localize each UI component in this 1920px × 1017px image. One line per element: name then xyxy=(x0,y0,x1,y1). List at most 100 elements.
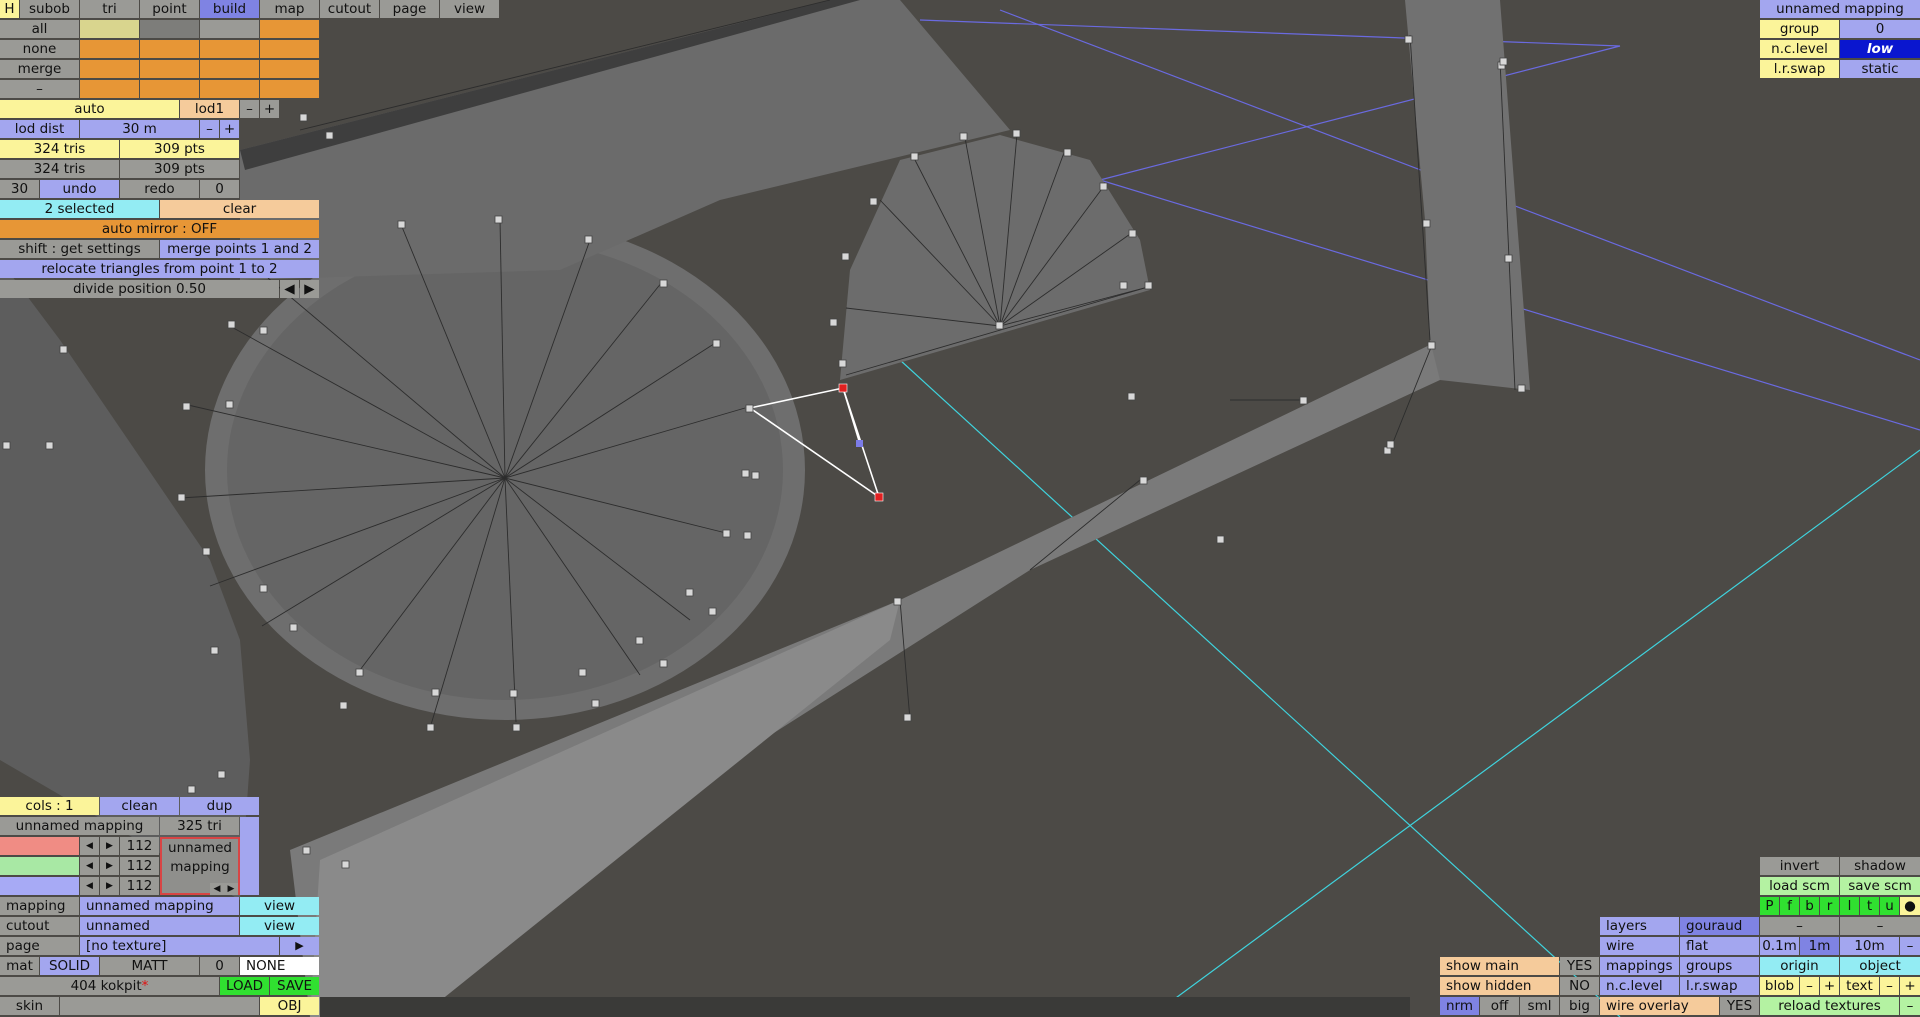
groups-button[interactable]: groups xyxy=(1680,957,1759,975)
sml-button[interactable]: sml xyxy=(1520,997,1559,1015)
tab-view[interactable]: view xyxy=(440,0,499,18)
grid-minus-button[interactable]: – xyxy=(1900,937,1920,955)
nrm-button[interactable]: nrm xyxy=(1440,997,1479,1015)
dup-button[interactable]: dup xyxy=(180,797,259,815)
shadow-button[interactable]: shadow xyxy=(1840,857,1920,875)
text-plus-button[interactable]: + xyxy=(1900,977,1920,995)
show-main-button[interactable]: show main xyxy=(1440,957,1559,975)
red-dec-icon[interactable]: ◀ xyxy=(80,837,99,855)
view-u-button[interactable]: u xyxy=(1880,897,1899,915)
red-slider[interactable] xyxy=(0,837,79,855)
sel-cell[interactable] xyxy=(260,20,319,38)
gouraud-button[interactable]: gouraud xyxy=(1680,917,1759,935)
tab-build[interactable]: build xyxy=(200,0,259,18)
tab-point[interactable]: point xyxy=(140,0,199,18)
matt-button[interactable]: MATT xyxy=(100,957,199,975)
clear-button[interactable]: clear xyxy=(160,200,319,218)
blob-plus-button[interactable]: + xyxy=(1820,977,1839,995)
sel-cell[interactable] xyxy=(80,40,139,58)
relocate-triangles-button[interactable]: relocate triangles from point 1 to 2 xyxy=(0,260,319,278)
grid-10m-button[interactable]: 10m xyxy=(1840,937,1899,955)
skin-field[interactable] xyxy=(60,997,259,1015)
off-button[interactable]: off xyxy=(1480,997,1519,1015)
sel-cell[interactable] xyxy=(140,80,199,98)
select-all-button[interactable]: all xyxy=(0,20,79,38)
none-field[interactable]: NONE xyxy=(240,957,319,975)
lod-dist-value[interactable]: 30 m xyxy=(80,120,199,138)
get-settings-button[interactable]: shift : get settings xyxy=(0,240,159,258)
origin-button[interactable]: origin xyxy=(1760,957,1839,975)
show-hidden-value[interactable]: NO xyxy=(1560,977,1599,995)
dash-button[interactable]: – xyxy=(0,80,79,98)
auto-mirror-toggle[interactable]: auto mirror : OFF xyxy=(0,220,319,238)
sel-cell[interactable] xyxy=(260,80,319,98)
solid-button[interactable]: SOLID xyxy=(40,957,99,975)
3d-viewport[interactable] xyxy=(0,0,1920,1017)
text-minus-button[interactable]: – xyxy=(1880,977,1899,995)
nc-level-button[interactable]: n.c.level xyxy=(1600,977,1679,995)
show-main-value[interactable]: YES xyxy=(1560,957,1599,975)
sel-cell[interactable] xyxy=(80,20,139,38)
sel-cell[interactable] xyxy=(80,60,139,78)
merge-button[interactable]: merge xyxy=(0,60,79,78)
object-button[interactable]: object xyxy=(1840,957,1920,975)
tab-page[interactable]: page xyxy=(380,0,439,18)
show-hidden-button[interactable]: show hidden xyxy=(1440,977,1559,995)
layer-dash-2[interactable]: – xyxy=(1840,917,1920,935)
tab-tri[interactable]: tri xyxy=(80,0,139,18)
sel-cell[interactable] xyxy=(200,40,259,58)
view-cutout-button[interactable]: view xyxy=(240,917,319,935)
blue-dec-icon[interactable]: ◀ xyxy=(80,877,99,895)
mapping-value[interactable]: unnamed mapping xyxy=(80,897,239,915)
blue-inc-icon[interactable]: ▶ xyxy=(100,877,119,895)
lod-dist-minus-button[interactable]: – xyxy=(200,120,219,138)
obj-button[interactable]: OBJ xyxy=(260,997,319,1015)
invert-button[interactable]: invert xyxy=(1760,857,1839,875)
preview-prev-icon[interactable]: ◀ xyxy=(210,883,224,895)
page-value[interactable]: [no texture] xyxy=(80,937,279,955)
lr-swap-button[interactable]: l.r.swap xyxy=(1680,977,1759,995)
save-scm-button[interactable]: save scm xyxy=(1840,877,1920,895)
sel-cell[interactable] xyxy=(260,40,319,58)
wire-overlay-button[interactable]: wire overlay xyxy=(1600,997,1719,1015)
big-button[interactable]: big xyxy=(1560,997,1599,1015)
blue-slider[interactable] xyxy=(0,877,79,895)
tab-subob[interactable]: subob xyxy=(20,0,79,18)
sel-cell[interactable] xyxy=(260,60,319,78)
sel-cell[interactable] xyxy=(200,80,259,98)
group-value[interactable]: 0 xyxy=(1840,20,1920,38)
flat-button[interactable]: flat xyxy=(1680,937,1759,955)
red-inc-icon[interactable]: ▶ xyxy=(100,837,119,855)
nc-level-value[interactable]: low xyxy=(1840,40,1920,58)
reload-minus-button[interactable]: – xyxy=(1900,997,1920,1015)
green-dec-icon[interactable]: ◀ xyxy=(80,857,99,875)
view-dot-icon[interactable]: ● xyxy=(1900,897,1920,915)
redo-button[interactable]: redo xyxy=(120,180,199,198)
lod-dist-plus-button[interactable]: + xyxy=(220,120,239,138)
sel-cell[interactable] xyxy=(140,60,199,78)
preview-next-icon[interactable]: ▶ xyxy=(224,883,238,895)
arrow-right-icon[interactable]: ▶ xyxy=(300,280,319,298)
h-button[interactable]: H xyxy=(0,0,19,18)
view-p-button[interactable]: P xyxy=(1760,897,1779,915)
sel-cell[interactable] xyxy=(200,20,259,38)
tab-map[interactable]: map xyxy=(260,0,319,18)
green-slider[interactable] xyxy=(0,857,79,875)
lod-minus-button[interactable]: – xyxy=(240,100,259,118)
view-l-button[interactable]: l xyxy=(1840,897,1859,915)
grid-01m-button[interactable]: 0.1m xyxy=(1760,937,1799,955)
save-button[interactable]: SAVE xyxy=(270,977,319,995)
layer-dash-1[interactable]: – xyxy=(1760,917,1839,935)
grid-1m-button[interactable]: 1m xyxy=(1800,937,1839,955)
wire-overlay-value[interactable]: YES xyxy=(1720,997,1759,1015)
undo-button[interactable]: undo xyxy=(40,180,119,198)
view-b-button[interactable]: b xyxy=(1800,897,1819,915)
load-button[interactable]: LOAD xyxy=(220,977,269,995)
layers-button[interactable]: layers xyxy=(1600,917,1679,935)
lod1-button[interactable]: lod1 xyxy=(180,100,239,118)
mapping-scrollbar[interactable] xyxy=(240,817,259,895)
view-mapping-button[interactable]: view xyxy=(240,897,319,915)
view-t-button[interactable]: t xyxy=(1860,897,1879,915)
lr-swap-value[interactable]: static xyxy=(1840,60,1920,78)
merge-points-button[interactable]: merge points 1 and 2 xyxy=(160,240,319,258)
